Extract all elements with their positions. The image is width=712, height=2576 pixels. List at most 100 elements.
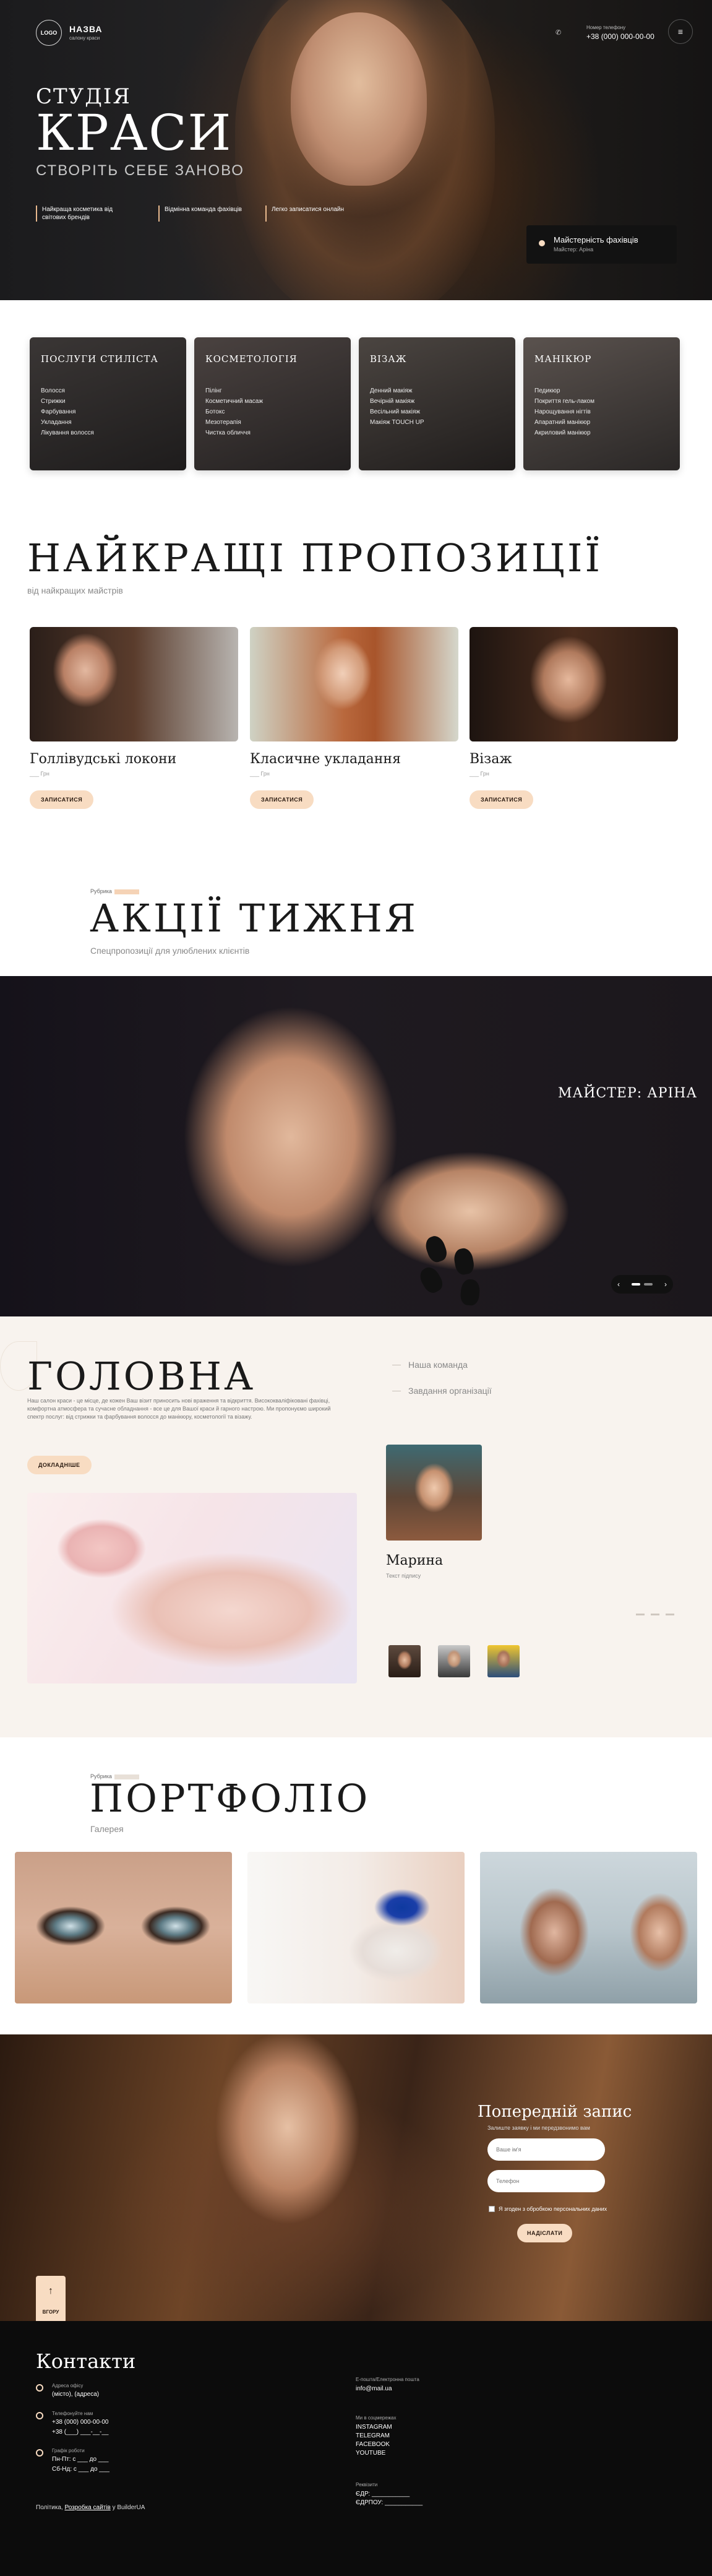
social-link-facebook[interactable]: FACEBOOK	[356, 2440, 397, 2449]
service-item[interactable]: Нарощування нігтів	[534, 407, 669, 417]
location-icon	[36, 2384, 43, 2392]
hero-feature: Легко записатися онлайн	[265, 205, 344, 222]
offer-card: Голлівудські локони ___ Грн ЗАПИСАТИСЯ	[30, 627, 238, 809]
service-item[interactable]: Весільний макіяж	[370, 407, 504, 417]
phone-value[interactable]: +38 (___) ___-__-__	[52, 2428, 108, 2436]
submit-button[interactable]: НАДІСЛАТИ	[517, 2224, 573, 2242]
pager-dot[interactable]	[651, 1614, 659, 1615]
book-button[interactable]: ЗАПИСАТИСЯ	[470, 790, 534, 809]
slider-dot[interactable]	[632, 1283, 640, 1286]
policy-suffix: у BuilderUA	[112, 2504, 145, 2511]
offer-image[interactable]	[30, 627, 238, 741]
offers-title: НАЙКРАЩІ ПРОПОЗИЦІЇ	[27, 535, 603, 581]
manicure-image	[27, 1493, 357, 1683]
service-item[interactable]: Укладання	[41, 417, 175, 428]
promo-banner: МАЙСТЕР: АРІНА ‹ ›	[0, 976, 712, 1316]
team-thumbnail[interactable]	[388, 1645, 421, 1677]
phone-icon: ✆	[555, 29, 562, 37]
about-description: Наш салон краси - це місце, де кожен Ваш…	[27, 1398, 331, 1420]
service-item[interactable]: Апаратний манікюр	[534, 417, 669, 428]
checkbox-box[interactable]	[489, 2206, 495, 2212]
offer-price: ___ Грн	[30, 771, 49, 777]
portfolio-image[interactable]	[480, 1852, 697, 2003]
service-item[interactable]: Чистка обличчя	[205, 428, 340, 438]
policy-link[interactable]: Розробка сайтів	[64, 2504, 110, 2511]
service-item[interactable]: Педикюр	[534, 386, 669, 396]
service-card[interactable]: МАНІКЮР Педикюр Покриття гель-лаком Наро…	[523, 337, 680, 470]
phones-label: Телефонуйте нам	[52, 2411, 93, 2416]
service-item[interactable]: Вечірній макіяж	[370, 396, 504, 407]
pager-dot[interactable]	[666, 1614, 674, 1615]
email-value[interactable]: info@mail.ua	[356, 2385, 419, 2393]
offers-section: НАЙКРАЩІ ПРОПОЗИЦІЇ від найкращих майстр…	[0, 503, 712, 837]
hero-title-line-2: КРАСИ	[36, 104, 233, 162]
service-title: ВІЗАЖ	[370, 353, 407, 365]
nail-decoration	[422, 1234, 450, 1264]
section-tag-label: Рубрика	[90, 888, 112, 894]
service-item[interactable]: Фарбування	[41, 407, 175, 417]
tab-team[interactable]: Наша команда	[392, 1360, 492, 1370]
service-item[interactable]: Ботокс	[205, 407, 340, 417]
service-card[interactable]: КОСМЕТОЛОГІЯ Пілінг Косметичний масаж Бо…	[194, 337, 351, 470]
about-section: ГОЛОВНА Наш салон краси - це місце, де к…	[0, 1316, 712, 1737]
book-button[interactable]: ЗАПИСАТИСЯ	[250, 790, 314, 809]
offer-image[interactable]	[470, 627, 678, 741]
service-item[interactable]: Покриття гель-лаком	[534, 396, 669, 407]
service-item[interactable]: Волосся	[41, 386, 175, 396]
service-item[interactable]: Мезотерапія	[205, 417, 340, 428]
consent-checkbox[interactable]: Я згоден з обробкою персональних даних	[489, 2206, 607, 2212]
service-item[interactable]: Пілінг	[205, 386, 340, 396]
social-link-youtube[interactable]: YOUTUBE	[356, 2449, 397, 2458]
about-tabs: Наша команда Завдання організації	[392, 1360, 492, 1412]
nail-decoration	[452, 1247, 476, 1276]
team-thumbnail[interactable]	[487, 1645, 520, 1677]
phone-value[interactable]: +38 (000) 000-00-00	[52, 2418, 108, 2426]
booking-section: Попередній запис Залиште заявку і ми пер…	[0, 2034, 712, 2321]
service-card[interactable]: ВІЗАЖ Денний макіяж Вечірній макіяж Весі…	[359, 337, 515, 470]
name-input[interactable]	[487, 2138, 605, 2161]
team-thumbnail[interactable]	[438, 1645, 470, 1677]
service-item[interactable]: Денний макіяж	[370, 386, 504, 396]
slider-prev-button[interactable]: ‹	[617, 1280, 620, 1289]
slider-next-button[interactable]: ›	[664, 1280, 667, 1289]
phone-icon	[36, 2412, 43, 2419]
service-item[interactable]: Косметичний масаж	[205, 396, 340, 407]
pager-dot[interactable]	[636, 1614, 645, 1615]
contacts-footer: Контакти Адреса офісу (місто), (адреса) …	[0, 2321, 712, 2576]
master-card[interactable]: Майстерність фахівців Майстер: Аріна	[526, 225, 677, 264]
master-card-dot	[539, 240, 545, 246]
hero-section: LOGO НАЗВА салону краси ✆ Номер телефону…	[0, 0, 712, 300]
requisites-value: ЄДР: ___________	[356, 2491, 410, 2497]
menu-button[interactable]: ≡	[668, 19, 693, 44]
team-member-caption: Текст підпису	[386, 1573, 421, 1579]
social-link-instagram[interactable]: INSTAGRAM	[356, 2423, 397, 2432]
service-item[interactable]: Макіяж TOUCH UP	[370, 417, 504, 428]
slider-dot[interactable]	[644, 1283, 653, 1286]
hero-feature: Відмінна команда фахівців	[158, 205, 242, 222]
logo[interactable]: LOGO	[36, 19, 62, 46]
team-member-photo	[386, 1445, 482, 1541]
phone-number[interactable]: +38 (000) 000-00-00	[586, 32, 654, 41]
scroll-up-button[interactable]: ↑ ВГОРУ	[36, 2276, 66, 2321]
portfolio-image[interactable]	[15, 1852, 232, 2003]
phone-block: Телефонуйте нам +38 (000) 000-00-00 +38 …	[36, 2411, 108, 2436]
social-link-telegram[interactable]: TELEGRAM	[356, 2432, 397, 2440]
service-card[interactable]: ПОСЛУГИ СТИЛІСТА Волосся Стрижки Фарбува…	[30, 337, 186, 470]
portfolio-image[interactable]	[247, 1852, 465, 2003]
master-card-subtitle: Майстер: Аріна	[554, 246, 594, 253]
offer-image[interactable]	[250, 627, 458, 741]
slider-dots	[632, 1283, 653, 1286]
clock-icon	[36, 2449, 43, 2457]
header-phone[interactable]: Номер телефону +38 (000) 000-00-00	[586, 25, 654, 41]
service-item[interactable]: Стрижки	[41, 396, 175, 407]
service-item[interactable]: Акриловий манікюр	[534, 428, 669, 438]
team-pager	[636, 1614, 674, 1615]
service-item[interactable]: Лікування волосся	[41, 428, 175, 438]
brand[interactable]: НАЗВА салону краси	[69, 24, 103, 41]
address-block: Адреса офісу (місто), (адреса)	[36, 2383, 99, 2398]
tab-goals[interactable]: Завдання організації	[392, 1386, 492, 1396]
offer-card: Візаж ___ Грн ЗАПИСАТИСЯ	[470, 627, 678, 809]
more-button[interactable]: ДОКЛАДНІШЕ	[27, 1456, 92, 1474]
book-button[interactable]: ЗАПИСАТИСЯ	[30, 790, 94, 809]
phone-input[interactable]	[487, 2170, 605, 2192]
